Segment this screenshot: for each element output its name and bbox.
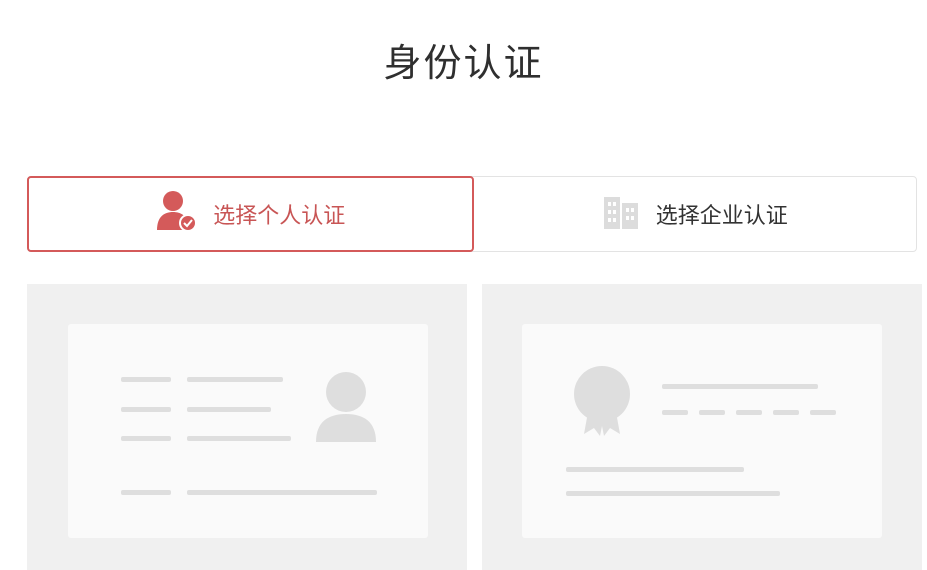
id-card-placeholder [68,324,428,538]
placeholder-line [121,407,171,412]
placeholder-dash [736,410,762,415]
tab-personal-auth[interactable]: 选择个人认证 [27,176,474,252]
placeholder-dash [662,410,688,415]
placeholder-line [187,377,283,382]
placeholder-dash [810,410,836,415]
placeholder-line [187,490,377,495]
seal-placeholder-icon [570,364,634,442]
person-check-icon [155,190,199,238]
placeholder-line [187,407,271,412]
tab-personal-label: 选择个人认证 [213,204,346,229]
placeholder-line [566,467,744,472]
personal-id-illustration-panel [27,284,467,570]
placeholder-line [121,490,171,495]
placeholder-line [566,491,780,496]
placeholder-dash [699,410,725,415]
placeholder-line [121,377,171,382]
placeholder-line [187,436,291,441]
tab-enterprise-label: 选择企业认证 [655,204,788,229]
enterprise-license-illustration-panel [482,284,922,570]
tab-enterprise-auth[interactable]: 选择企业认证 [474,177,917,251]
avatar-placeholder-icon [314,370,378,448]
building-icon [602,191,642,237]
placeholder-line [662,384,818,389]
auth-type-tabs: 选择个人认证 选择企业认证 [27,176,917,252]
license-card-placeholder [522,324,882,538]
placeholder-dash [773,410,799,415]
page-title: 身份认证 [383,41,544,85]
placeholder-line [121,436,171,441]
